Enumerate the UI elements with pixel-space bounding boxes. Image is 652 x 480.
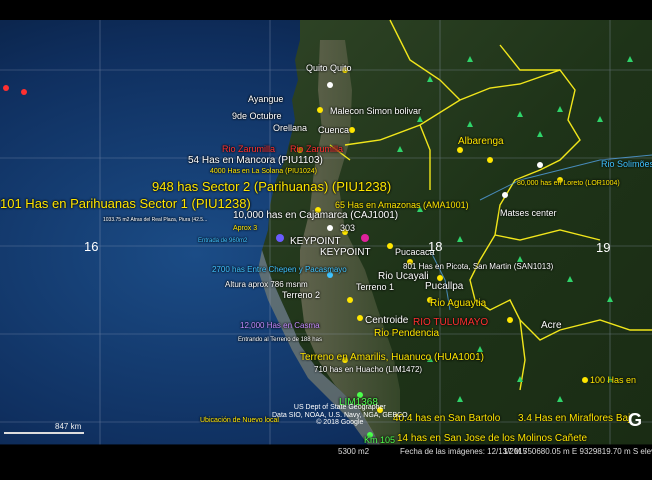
- map-placemark-label[interactable]: Malecon Simon bolivar: [330, 107, 421, 116]
- map-placemark-label[interactable]: Rio Zarumilla: [222, 145, 275, 154]
- map-placemark-label[interactable]: Pucallpa: [425, 282, 463, 292]
- google-logo: G: [628, 410, 643, 430]
- map-placemark-label[interactable]: 10,000 has en Cajamarca (CAJ1001): [233, 211, 398, 221]
- map-placemark-label[interactable]: Entrada de 960m2: [198, 238, 247, 244]
- map-placemark-label[interactable]: Rio Zarumilla: [290, 145, 343, 154]
- status-bar: 5300 m2 Fecha de las imágenes: 12/13/201…: [0, 444, 652, 458]
- coordinates-readout: 17 M 750680.05 m E 9329819.70 m S elev: [503, 447, 652, 456]
- map-placemark-label[interactable]: Acre: [541, 321, 562, 331]
- map-placemark-label[interactable]: Entrando al Terreno de 188 has: [238, 337, 322, 343]
- map-placemark-label[interactable]: Aprox 3: [233, 225, 257, 232]
- map-placemark-label[interactable]: Rio Solimões: [601, 160, 652, 169]
- attribution-line: US Dept of State Geographer: [293, 404, 386, 411]
- map-placemark-label[interactable]: 303: [340, 224, 355, 233]
- grid-zone-label: 16: [84, 239, 99, 254]
- map-placemark-label[interactable]: Cuenca: [318, 126, 349, 135]
- map-placemark-label[interactable]: 101 Has en Parihuanas Sector 1 (PIU1238): [0, 197, 251, 210]
- map-placemark-label[interactable]: 40.4 has en San Bartolo: [393, 414, 500, 424]
- map-placemark-label[interactable]: 3.4 Has en Miraflores Baj: [518, 414, 630, 424]
- status-left: 5300 m2: [338, 447, 370, 456]
- map-placemark-label[interactable]: Rio Aguaytia: [430, 299, 486, 309]
- map-placemark-label[interactable]: 14 has en San Jose de los Molinos Cañete: [397, 434, 587, 444]
- map-placemark-label[interactable]: Terreno en Amarilis, Huanuco (HUA1001): [300, 353, 484, 363]
- scale-bar: [4, 432, 84, 434]
- map-placemark-label[interactable]: Terreno 2: [282, 291, 320, 300]
- map-placemark-label[interactable]: Rio Pendencia: [374, 329, 439, 339]
- scale-label: 847 km: [55, 422, 82, 431]
- map-placemark-label[interactable]: 1033.75 m2 Atras del Real Plaza, Piura (…: [103, 218, 207, 223]
- map-placemark-label[interactable]: 80,000 has en Loreto (LOR1004): [517, 180, 620, 187]
- map-placemark-label[interactable]: Ayangue: [248, 95, 283, 104]
- map-placemark-label[interactable]: Albarenga: [458, 137, 504, 147]
- map-placemark-label[interactable]: Matses center: [500, 209, 557, 218]
- map-placemark-label[interactable]: KEYPOINT: [320, 248, 371, 258]
- map-placemark-label[interactable]: 2700 has Entre Chepen y Pacasmayo: [212, 266, 347, 274]
- attribution: US Dept of State Geographer Data SIO, NO…: [272, 404, 408, 427]
- map-placemark-label[interactable]: 948 has Sector 2 (Parihuanas) (PIU1238): [152, 180, 391, 193]
- grid-zone-label: 18: [428, 239, 443, 254]
- map-placemark-label[interactable]: 12,000 Has en Casma: [240, 322, 320, 330]
- grid-zone-label: 19: [596, 240, 611, 255]
- map-placemark-label[interactable]: 9de Octubre: [232, 112, 282, 121]
- map-placemark-label[interactable]: KEYPOINT: [290, 237, 341, 247]
- map-placemark-label[interactable]: 4000 Has en La Solana (PIU1024): [210, 168, 317, 175]
- map-placemark-label[interactable]: 710 has en Huacho (LIM1472): [314, 366, 422, 374]
- map-placemark-label[interactable]: 100 Has en: [590, 376, 636, 385]
- map-placemark-label[interactable]: 54 Has en Mancora (PIU1103): [188, 156, 323, 166]
- map-placemark-label[interactable]: Terreno 1: [356, 283, 394, 292]
- map-placemark-label[interactable]: RIO TULUMAYO: [413, 318, 488, 328]
- map-placemark-label[interactable]: 801 Has en Picota, San Martin (SAN1013): [403, 263, 553, 271]
- map-placemark-label[interactable]: Rio Ucayali: [378, 272, 429, 282]
- map-placemark-label[interactable]: Altura aprox 786 msnm: [225, 281, 308, 289]
- attribution-line: © 2018 Google: [316, 419, 364, 427]
- map-placemark-label[interactable]: Orellana: [273, 124, 307, 133]
- map-placemark-label[interactable]: Ubicación de Nuevo local: [200, 417, 279, 424]
- map-placemark-label[interactable]: Centroide: [365, 316, 408, 326]
- map-placemark-label[interactable]: Quito Quito: [306, 64, 352, 73]
- map-placemark-label[interactable]: 65 Has en Amazonas (AMA1001): [335, 201, 469, 210]
